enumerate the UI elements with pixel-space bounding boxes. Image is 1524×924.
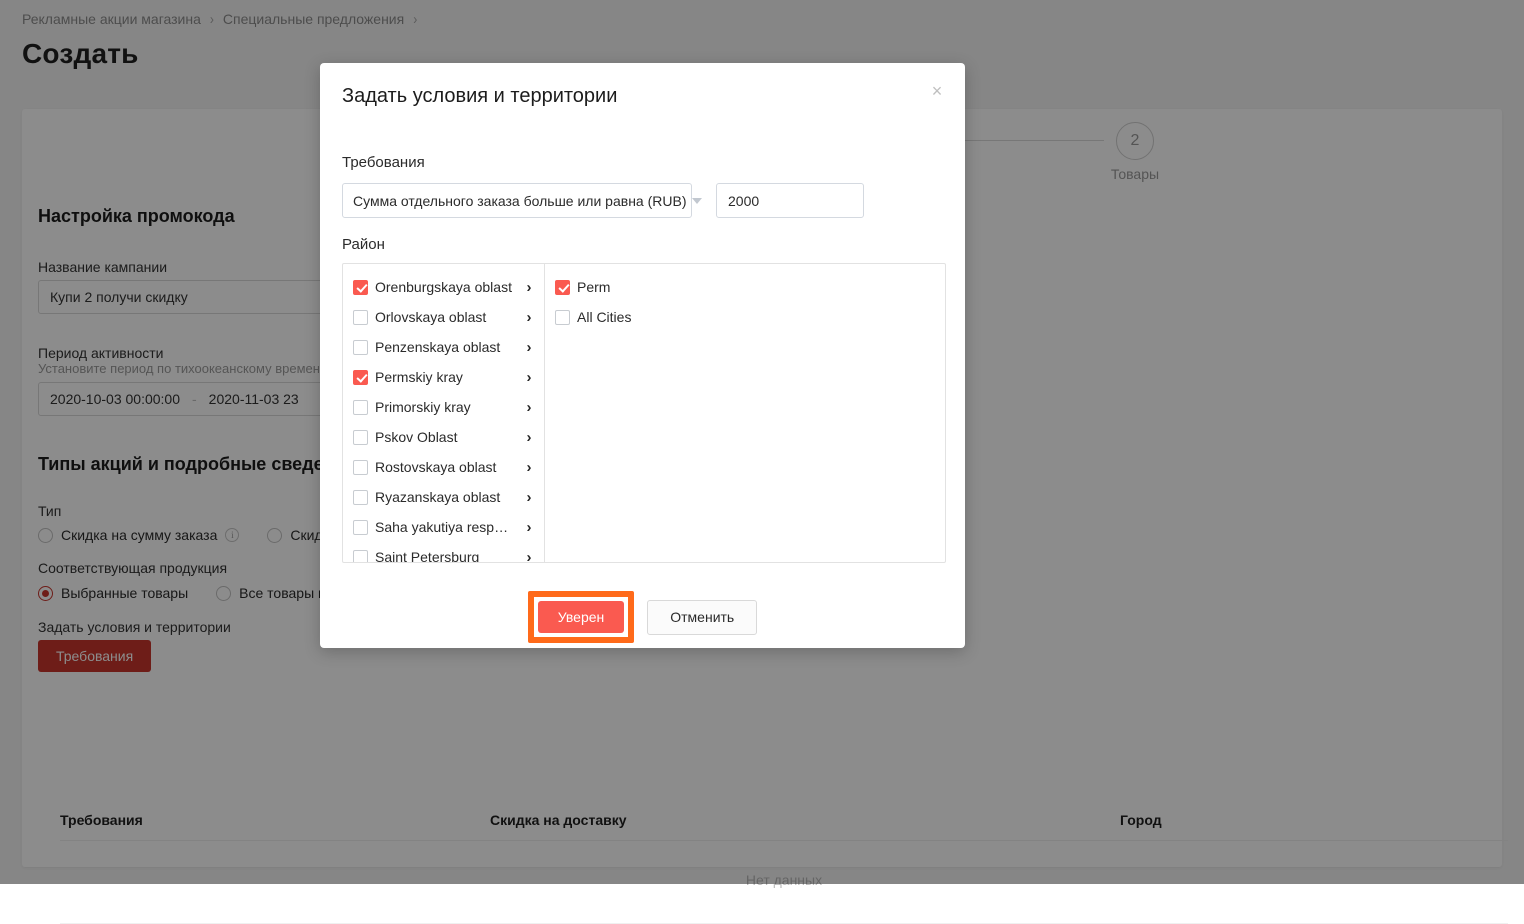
list-item[interactable]: Primorskiy kray › (343, 392, 544, 422)
condition-type-value: Сумма отдельного заказа больше или равна… (353, 193, 686, 209)
region-label: Ryazanskaya oblast (375, 489, 515, 505)
checkbox-icon[interactable] (555, 280, 570, 295)
app-root: Рекламные акции магазина › Специальные п… (0, 0, 1524, 884)
city-list[interactable]: Perm All Cities (545, 264, 945, 562)
checkbox-icon[interactable] (353, 340, 368, 355)
list-item[interactable]: Penzenskaya oblast › (343, 332, 544, 362)
checkbox-icon[interactable] (353, 550, 368, 563)
list-item[interactable]: Saint Petersburg › (343, 542, 544, 562)
region-label: Rostovskaya oblast (375, 459, 515, 475)
modal-title: Задать условия и территории (342, 85, 617, 108)
modal-region-label: Район (342, 236, 385, 253)
list-item[interactable]: Pskov Oblast › (343, 422, 544, 452)
region-list[interactable]: Orenburgskaya oblast › Orlovskaya oblast ›… (343, 264, 545, 562)
checkbox-icon[interactable] (353, 430, 368, 445)
checkbox-icon[interactable] (353, 490, 368, 505)
region-label: Permskiy kray (375, 369, 515, 385)
checkbox-icon[interactable] (353, 370, 368, 385)
list-item[interactable]: Rostovskaya oblast › (343, 452, 544, 482)
region-label: Primorskiy kray (375, 399, 515, 415)
chevron-right-icon[interactable]: › (522, 369, 536, 386)
checkbox-icon[interactable] (353, 310, 368, 325)
checkbox-icon[interactable] (353, 400, 368, 415)
chevron-right-icon[interactable]: › (522, 399, 536, 416)
chevron-right-icon[interactable]: › (522, 339, 536, 356)
condition-type-select[interactable]: Сумма отдельного заказа больше или равна… (342, 183, 692, 218)
list-item[interactable]: Saha yakutiya respublika › (343, 512, 544, 542)
city-label: Perm (577, 279, 937, 295)
region-label: Saha yakutiya respublika (375, 519, 515, 535)
chevron-right-icon[interactable]: › (522, 279, 536, 296)
chevron-right-icon[interactable]: › (522, 309, 536, 326)
modal-requirements-label: Требования (342, 154, 425, 171)
list-item[interactable]: Permskiy kray › (343, 362, 544, 392)
checkbox-icon[interactable] (353, 520, 368, 535)
chevron-right-icon[interactable]: › (522, 489, 536, 506)
chevron-right-icon[interactable]: › (522, 429, 536, 446)
modal-footer: Уверен Отменить (320, 591, 965, 643)
region-label: Orlovskaya oblast (375, 309, 515, 325)
list-item[interactable]: Perm (545, 272, 945, 302)
checkbox-icon[interactable] (555, 310, 570, 325)
list-item[interactable]: Orlovskaya oblast › (343, 302, 544, 332)
city-label: All Cities (577, 309, 937, 325)
list-item[interactable]: All Cities (545, 302, 945, 332)
region-label: Pskov Oblast (375, 429, 515, 445)
region-label: Penzenskaya oblast (375, 339, 515, 355)
checkbox-icon[interactable] (353, 280, 368, 295)
chevron-down-icon (692, 198, 702, 204)
confirm-button[interactable]: Уверен (538, 601, 624, 633)
conditions-modal: Задать условия и территории × Требования… (320, 63, 965, 648)
cancel-button[interactable]: Отменить (647, 600, 757, 635)
region-label: Saint Petersburg (375, 549, 515, 562)
region-label: Orenburgskaya oblast (375, 279, 515, 295)
close-icon[interactable]: × (923, 77, 951, 105)
list-item[interactable]: Ryazanskaya oblast › (343, 482, 544, 512)
confirm-button-highlight: Уверен (528, 591, 634, 643)
chevron-right-icon[interactable]: › (522, 519, 536, 536)
region-selector: Orenburgskaya oblast › Orlovskaya oblast ›… (342, 263, 946, 563)
chevron-right-icon[interactable]: › (522, 459, 536, 476)
checkbox-icon[interactable] (353, 460, 368, 475)
list-item[interactable]: Orenburgskaya oblast › (343, 272, 544, 302)
chevron-right-icon[interactable]: › (522, 549, 536, 563)
condition-amount-input[interactable]: 2000 (716, 183, 864, 218)
